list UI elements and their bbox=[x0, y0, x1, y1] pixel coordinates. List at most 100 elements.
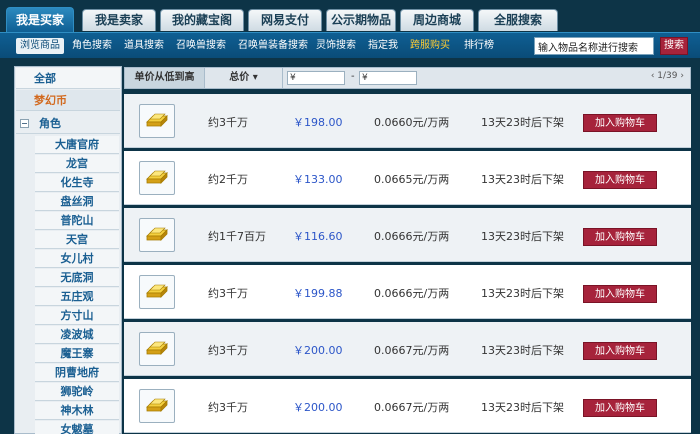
gold-ingot-icon bbox=[146, 341, 168, 355]
max-price-input[interactable]: ¥ bbox=[359, 71, 417, 85]
sub-spirit-search[interactable]: 灵饰搜索 bbox=[312, 38, 360, 54]
tab-my-treasure[interactable]: 我的藏宝阁 bbox=[160, 9, 244, 31]
item-thumbnail[interactable] bbox=[139, 161, 175, 195]
item-thumbnail[interactable] bbox=[139, 332, 175, 366]
sidebar-item-server[interactable]: 女魃墓 bbox=[35, 421, 119, 434]
sidebar-item-server[interactable]: 魔王寨 bbox=[35, 345, 119, 363]
price-label: ￥116.60 bbox=[293, 230, 343, 243]
amount-label: 约3千万 bbox=[208, 401, 248, 414]
sidebar-item-server[interactable]: 狮驼岭 bbox=[35, 383, 119, 401]
item-thumbnail[interactable] bbox=[139, 389, 175, 423]
item-thumbnail[interactable] bbox=[139, 275, 175, 309]
rate-label: 0.0667元/万两 bbox=[374, 344, 450, 357]
add-to-cart-button[interactable]: 加入购物车 bbox=[583, 342, 657, 360]
sidebar-item-server[interactable]: 神木林 bbox=[35, 402, 119, 420]
sub-item-search[interactable]: 道具搜索 bbox=[120, 38, 168, 54]
sub-ranking[interactable]: 排行榜 bbox=[460, 38, 498, 54]
listing-row: 约3千万 ￥198.00 0.0660元/万两 13天23时后下架 加入购物车 bbox=[124, 94, 691, 148]
tab-buyer[interactable]: 我是买家 bbox=[6, 7, 74, 32]
sub-pet-equip-search[interactable]: 召唤兽装备搜索 bbox=[234, 38, 312, 54]
sort-total-label: 总价 bbox=[229, 72, 250, 83]
time-label: 13天23时后下架 bbox=[481, 287, 564, 300]
price-label: ￥200.00 bbox=[293, 401, 343, 414]
sidebar-item-server[interactable]: 凌波城 bbox=[35, 326, 119, 344]
item-thumbnail[interactable] bbox=[139, 218, 175, 252]
amount-label: 约1千7百万 bbox=[208, 230, 266, 243]
next-page-icon[interactable]: › bbox=[680, 71, 684, 81]
rate-label: 0.0666元/万两 bbox=[374, 230, 450, 243]
gold-ingot-icon bbox=[146, 113, 168, 127]
amount-label: 约2千万 bbox=[208, 173, 248, 186]
search-input[interactable] bbox=[534, 37, 654, 55]
sub-cross-server[interactable]: 跨服购买 bbox=[406, 38, 454, 54]
page-indicator: 1/39 bbox=[657, 71, 678, 81]
sidebar-item-currency[interactable]: 梦幻币 bbox=[16, 90, 120, 111]
tab-mall[interactable]: 周边商城 bbox=[400, 9, 474, 31]
amount-label: 约3千万 bbox=[208, 287, 248, 300]
time-label: 13天23时后下架 bbox=[481, 401, 564, 414]
sidebar-item-server[interactable]: 天宫 bbox=[35, 231, 119, 249]
sub-role-search[interactable]: 角色搜索 bbox=[68, 38, 116, 54]
sub-browse[interactable]: 浏览商品 bbox=[16, 38, 64, 54]
listing-row: 约2千万 ￥133.00 0.0665元/万两 13天23时后下架 加入购物车 bbox=[124, 151, 691, 205]
range-dash: - bbox=[351, 71, 355, 82]
add-to-cart-button[interactable]: 加入购物车 bbox=[583, 228, 657, 246]
sidebar-item-server[interactable]: 普陀山 bbox=[35, 212, 119, 230]
time-label: 13天23时后下架 bbox=[481, 173, 564, 186]
category-sidebar: 全部 梦幻币 角色 大唐官府 龙宫 化生寺 盘丝洞 普陀山 天宫 女儿村 无底洞… bbox=[14, 66, 122, 434]
sidebar-item-server[interactable]: 女儿村 bbox=[35, 250, 119, 268]
add-to-cart-button[interactable]: 加入购物车 bbox=[583, 171, 657, 189]
sidebar-group-label: 角色 bbox=[39, 117, 61, 130]
price-label: ￥198.00 bbox=[293, 116, 343, 129]
rate-label: 0.0665元/万两 bbox=[374, 173, 450, 186]
sidebar-item-server[interactable]: 大唐官府 bbox=[35, 136, 119, 154]
sub-designated[interactable]: 指定我 bbox=[364, 38, 402, 54]
price-label: ￥200.00 bbox=[293, 344, 343, 357]
tab-public-items[interactable]: 公示期物品 bbox=[326, 9, 396, 31]
chevron-down-icon: ▾ bbox=[252, 72, 258, 83]
gold-ingot-icon bbox=[146, 398, 168, 412]
time-label: 13天23时后下架 bbox=[481, 230, 564, 243]
tab-seller[interactable]: 我是卖家 bbox=[82, 9, 156, 31]
add-to-cart-button[interactable]: 加入购物车 bbox=[583, 114, 657, 132]
rate-label: 0.0667元/万两 bbox=[374, 401, 450, 414]
sidebar-item-server[interactable]: 盘丝洞 bbox=[35, 193, 119, 211]
sidebar-item-server[interactable]: 方寸山 bbox=[35, 307, 119, 325]
add-to-cart-button[interactable]: 加入购物车 bbox=[583, 399, 657, 417]
prev-page-icon[interactable]: ‹ bbox=[651, 71, 655, 81]
sidebar-item-server[interactable]: 龙宫 bbox=[35, 155, 119, 173]
listing-row: 约3千万 ￥200.00 0.0667元/万两 13天23时后下架 加入购物车 bbox=[124, 322, 691, 376]
sidebar-group-role[interactable]: 角色 bbox=[16, 113, 120, 134]
price-label: ￥199.88 bbox=[293, 287, 343, 300]
amount-label: 约3千万 bbox=[208, 116, 248, 129]
listing-row: 约3千万 ￥200.00 0.0667元/万两 13天23时后下架 加入购物车 bbox=[124, 379, 691, 433]
time-label: 13天23时后下架 bbox=[481, 344, 564, 357]
time-label: 13天23时后下架 bbox=[481, 116, 564, 129]
tab-netease-pay[interactable]: 网易支付 bbox=[248, 9, 322, 31]
rate-label: 0.0660元/万两 bbox=[374, 116, 450, 129]
sort-bar: 单价从低到高 总价 ▾ ¥ - ¥ ‹ 1/39 › bbox=[124, 67, 691, 89]
sort-unit-price-button[interactable]: 单价从低到高 bbox=[125, 68, 205, 88]
sidebar-item-server[interactable]: 无底洞 bbox=[35, 269, 119, 287]
sub-navigation: 浏览商品 角色搜索 道具搜索 召唤兽搜索 召唤兽装备搜索 灵饰搜索 指定我 跨服… bbox=[0, 32, 700, 58]
search-button[interactable]: 搜索 bbox=[660, 37, 688, 55]
gold-ingot-icon bbox=[146, 170, 168, 184]
min-price-input[interactable]: ¥ bbox=[287, 71, 345, 85]
rate-label: 0.0666元/万两 bbox=[374, 287, 450, 300]
listing-row: 约1千7百万 ￥116.60 0.0666元/万两 13天23时后下架 加入购物车 bbox=[124, 208, 691, 262]
top-navigation: 我是买家 我是卖家 我的藏宝阁 网易支付 公示期物品 周边商城 全服搜索 bbox=[0, 0, 700, 32]
sort-total-button[interactable]: 总价 ▾ bbox=[205, 68, 283, 88]
amount-label: 约3千万 bbox=[208, 344, 248, 357]
sidebar-item-all[interactable]: 全部 bbox=[16, 68, 120, 89]
collapse-icon[interactable] bbox=[20, 119, 29, 128]
sub-pet-search[interactable]: 召唤兽搜索 bbox=[172, 38, 230, 54]
pager: ‹ 1/39 › bbox=[651, 71, 684, 81]
tab-server-search[interactable]: 全服搜索 bbox=[478, 9, 558, 31]
listing-row: 约3千万 ￥199.88 0.0666元/万两 13天23时后下架 加入购物车 bbox=[124, 265, 691, 319]
add-to-cart-button[interactable]: 加入购物车 bbox=[583, 285, 657, 303]
item-thumbnail[interactable] bbox=[139, 104, 175, 138]
sidebar-item-server[interactable]: 阴曹地府 bbox=[35, 364, 119, 382]
price-label: ￥133.00 bbox=[293, 173, 343, 186]
sidebar-item-server[interactable]: 化生寺 bbox=[35, 174, 119, 192]
sidebar-item-server[interactable]: 五庄观 bbox=[35, 288, 119, 306]
